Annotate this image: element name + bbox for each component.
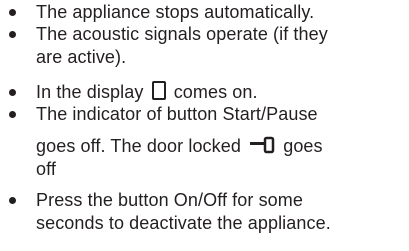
instruction-list: The appliance stops automatically. The a…: [0, 0, 409, 251]
item-text: goes off. The door locked goes: [36, 135, 405, 158]
item-text: are active).: [36, 47, 127, 67]
item-text: seconds to deactivate the appliance.: [36, 213, 331, 233]
item-text: The indicator of button Start/Pause: [36, 104, 318, 124]
item-text: off: [36, 159, 56, 179]
item-text: The acoustic signals operate (if they: [36, 24, 328, 44]
item-text-before: goes off. The door locked: [36, 136, 241, 156]
bullet-icon: [9, 197, 16, 204]
list-item: Press the button On/Off for some seconds…: [9, 189, 405, 235]
display-segment-icon: [151, 81, 166, 100]
item-text-before: In the display: [36, 82, 144, 102]
item-text-after: comes on.: [173, 82, 258, 102]
list-item: The indicator of button Start/Pause goes…: [9, 103, 405, 181]
door-locked-icon: [250, 136, 275, 154]
bullet-icon: [9, 111, 16, 118]
item-text: In the display comes on.: [36, 81, 405, 104]
bullet-icon: [9, 89, 16, 96]
bullet-icon: [9, 31, 16, 38]
list-item: The appliance stops automatically.: [9, 1, 405, 24]
list-item: In the display comes on.: [9, 81, 405, 104]
item-text-after: goes: [283, 136, 323, 156]
list-item: The acoustic signals operate (if they ar…: [9, 23, 405, 69]
bullet-icon: [9, 9, 16, 16]
item-text: Press the button On/Off for some: [36, 190, 303, 210]
item-text: The appliance stops automatically.: [36, 2, 315, 22]
